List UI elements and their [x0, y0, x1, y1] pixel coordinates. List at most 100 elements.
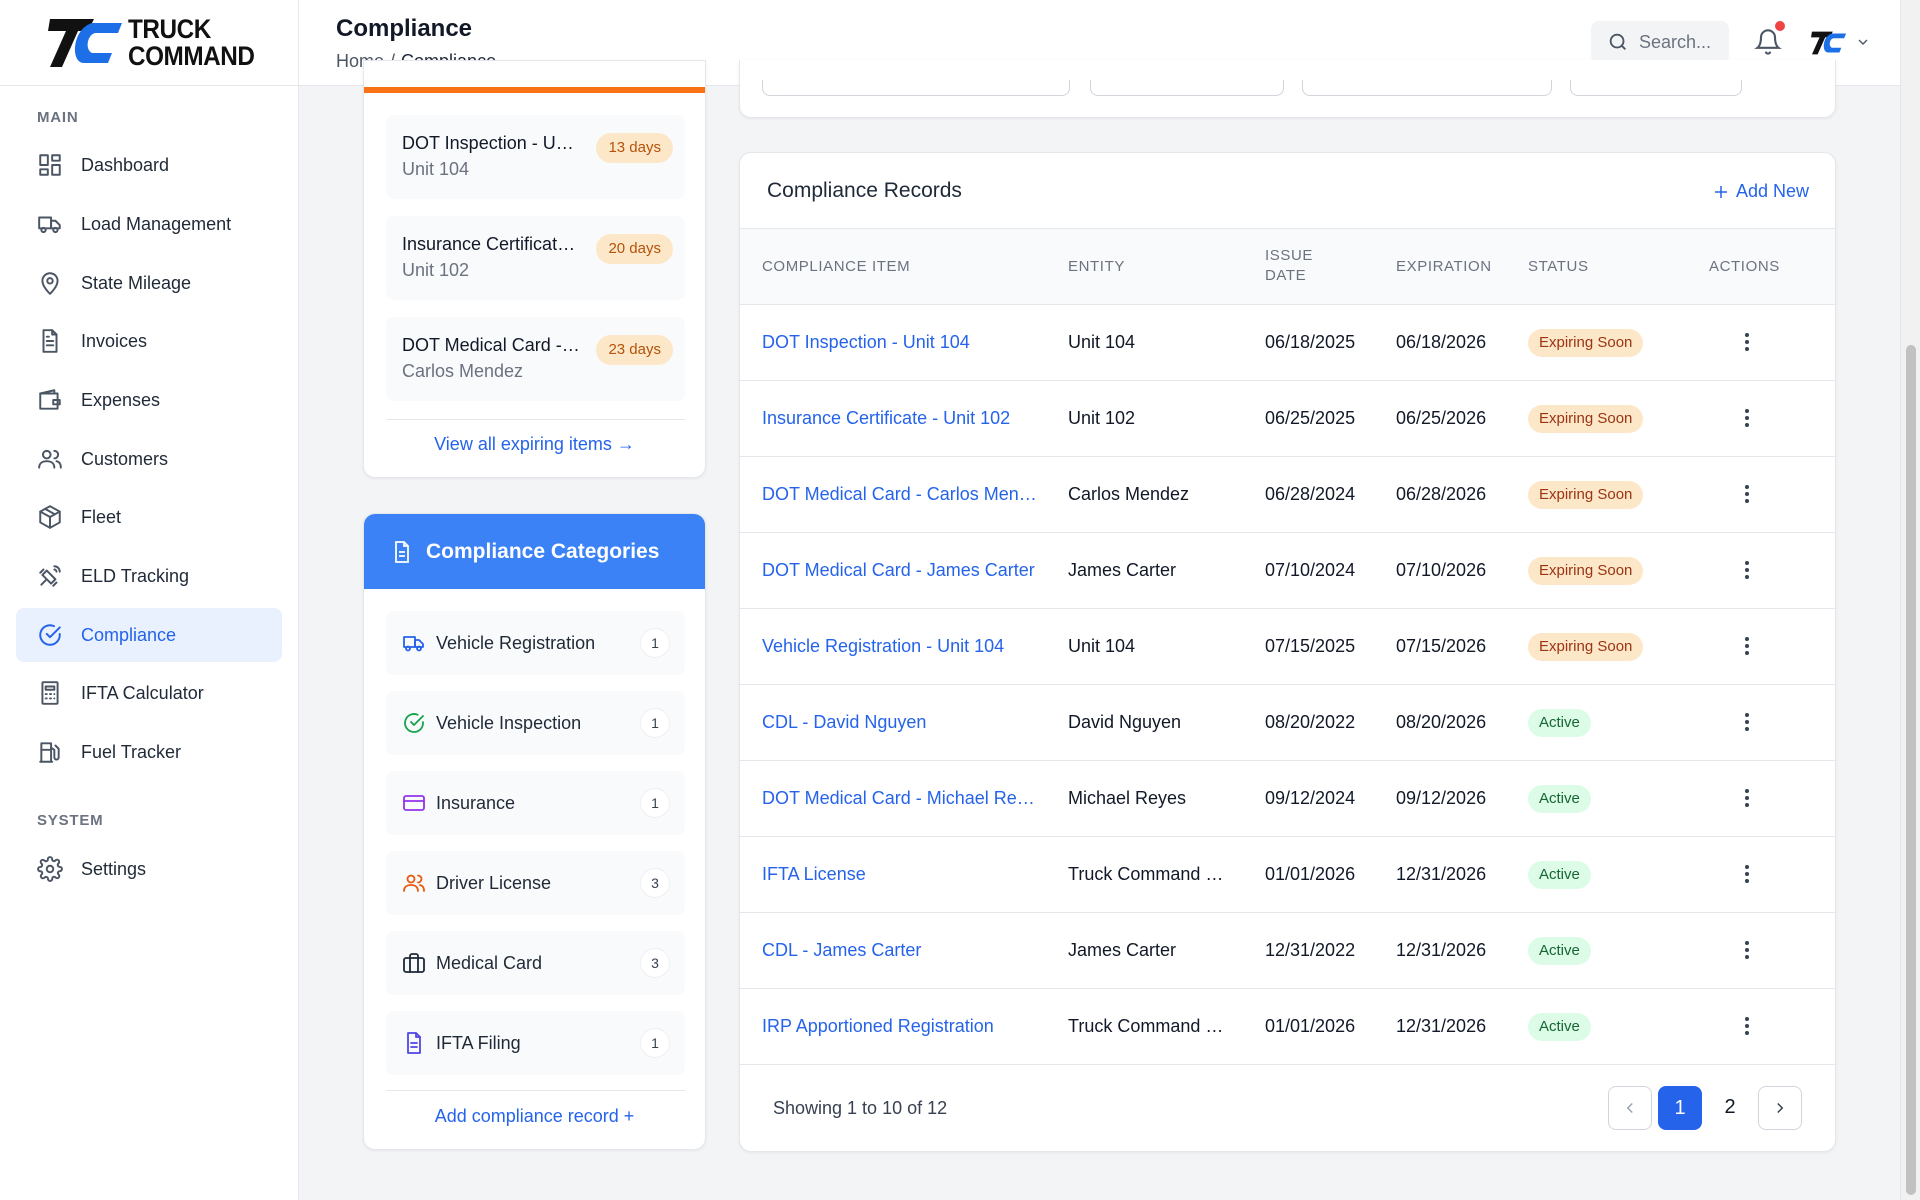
- more-actions-icon[interactable]: [1739, 483, 1755, 507]
- compliance-item-link[interactable]: Vehicle Registration - Unit 104: [762, 636, 1042, 657]
- expiring-accent-bar: [364, 87, 705, 93]
- column-header-actions: ACTIONS: [1709, 258, 1780, 275]
- pagination-prev-button[interactable]: [1608, 1086, 1652, 1130]
- box-icon: [39, 505, 61, 529]
- search-icon: [1609, 33, 1626, 50]
- expiration-cell: 08/20/2026: [1396, 712, 1487, 732]
- sidebar-item-ifta-calculator[interactable]: IFTA Calculator: [16, 666, 282, 720]
- file-icon: [42, 329, 58, 353]
- issue-date-cell: 01/01/2026: [1265, 1016, 1356, 1036]
- category-ifta-filing[interactable]: IFTA Filing 1: [386, 1011, 685, 1075]
- table-header: COMPLIANCE ITEM ENTITY ISSUE DATE EXPIRAT…: [740, 228, 1835, 305]
- sidebar-item-compliance[interactable]: Compliance: [16, 608, 282, 662]
- compliance-item-link[interactable]: IRP Apportioned Registration: [762, 1016, 1042, 1037]
- user-avatar-logo-icon[interactable]: [1811, 26, 1847, 60]
- expiration-cell: 12/31/2026: [1396, 940, 1487, 960]
- plus-icon: [1714, 185, 1727, 198]
- column-header-entity[interactable]: ENTITY: [1068, 257, 1125, 277]
- more-actions-icon[interactable]: [1739, 863, 1755, 887]
- compliance-item-link[interactable]: DOT Inspection - Unit 104: [762, 332, 1042, 353]
- sidebar-item-fleet[interactable]: Fleet: [16, 490, 282, 544]
- pagination-page-2[interactable]: 2: [1708, 1086, 1752, 1130]
- pagination-page-1[interactable]: 1: [1658, 1086, 1702, 1130]
- compliance-item-link[interactable]: IFTA License: [762, 864, 1042, 885]
- add-compliance-record-link[interactable]: Add compliance record +: [364, 1106, 705, 1127]
- check-circle-icon: [404, 713, 424, 733]
- expiring-item-subtitle: Unit 104: [402, 159, 470, 179]
- chevron-down-icon[interactable]: [1855, 34, 1871, 50]
- sidebar-item-load-management[interactable]: Load Management: [16, 197, 282, 251]
- category-vehicle-registration[interactable]: Vehicle Registration 1: [386, 611, 685, 675]
- search-input[interactable]: Search...: [1591, 21, 1729, 63]
- sidebar-item-expenses[interactable]: Expenses: [16, 373, 282, 427]
- compliance-item-link[interactable]: DOT Medical Card - Carlos Mendez: [762, 484, 1042, 505]
- view-all-expiring-link[interactable]: View all expiring items →: [364, 434, 705, 455]
- category-driver-license[interactable]: Driver License 3: [386, 851, 685, 915]
- pagination-next-button[interactable]: [1758, 1086, 1802, 1130]
- filter-control[interactable]: [762, 80, 1070, 96]
- satellite-icon: [39, 565, 61, 587]
- category-medical-card[interactable]: Medical Card 3: [386, 931, 685, 995]
- document-icon: [407, 1032, 421, 1054]
- sidebar-item-invoices[interactable]: Invoices: [16, 314, 282, 368]
- dashboard-icon: [39, 154, 61, 176]
- status-badge: Expiring Soon: [1528, 329, 1644, 357]
- status-badge: Expiring Soon: [1528, 557, 1644, 585]
- brand-name: TRUCK COMMAND: [128, 13, 255, 71]
- days-badge: 20 days: [596, 234, 673, 264]
- column-header-expiration[interactable]: EXPIRATION: [1396, 257, 1492, 277]
- users-icon: [38, 449, 62, 469]
- compliance-item-link[interactable]: DOT Medical Card - Michael Reyes: [762, 788, 1042, 809]
- expiration-cell: 07/15/2026: [1396, 636, 1487, 656]
- category-insurance[interactable]: Insurance 1: [386, 771, 685, 835]
- sidebar-item-state-mileage[interactable]: State Mileage: [16, 256, 282, 310]
- column-header-item[interactable]: COMPLIANCE ITEM: [762, 257, 910, 277]
- column-header-issue-date[interactable]: ISSUE DATE: [1265, 246, 1313, 286]
- table-row: CDL - James Carter James Carter 12/31/2022…: [740, 913, 1835, 989]
- more-actions-icon[interactable]: [1739, 787, 1755, 811]
- more-actions-icon[interactable]: [1739, 1015, 1755, 1039]
- more-actions-icon[interactable]: [1739, 635, 1755, 659]
- more-actions-icon[interactable]: [1739, 407, 1755, 431]
- expiring-item[interactable]: DOT Medical Card - Carlos Mendez Carlos …: [386, 317, 685, 401]
- table-row: IRP Apportioned Registration Truck Comman…: [740, 989, 1835, 1065]
- sidebar-item-dashboard[interactable]: Dashboard: [16, 138, 282, 192]
- filter-control[interactable]: [1090, 80, 1284, 96]
- issue-date-cell: 06/18/2025: [1265, 332, 1356, 352]
- notification-bell-icon[interactable]: [1754, 28, 1782, 56]
- issue-date-cell: 09/12/2024: [1265, 788, 1356, 808]
- expiring-item[interactable]: Insurance Certificate - Unit 102 Unit 10…: [386, 216, 685, 300]
- sidebar-item-customers[interactable]: Customers: [16, 432, 282, 486]
- category-vehicle-inspection[interactable]: Vehicle Inspection 1: [386, 691, 685, 755]
- more-actions-icon[interactable]: [1739, 711, 1755, 735]
- nav-section-main: MAIN: [37, 109, 79, 126]
- table-row: DOT Medical Card - Carlos Mendez Carlos M…: [740, 457, 1835, 533]
- status-badge: Active: [1528, 861, 1591, 889]
- compliance-item-link[interactable]: Insurance Certificate - Unit 102: [762, 408, 1042, 429]
- expiring-item[interactable]: DOT Inspection - Unit 104 Unit 104 13 da…: [386, 115, 685, 199]
- more-actions-icon[interactable]: [1739, 939, 1755, 963]
- filter-control[interactable]: [1302, 80, 1552, 96]
- brand-logo[interactable]: TRUCK COMMAND: [0, 0, 298, 86]
- add-new-button[interactable]: Add New: [1712, 181, 1809, 202]
- compliance-item-link[interactable]: CDL - James Carter: [762, 940, 1042, 961]
- column-header-status[interactable]: STATUS: [1528, 257, 1589, 277]
- sidebar-item-settings[interactable]: Settings: [16, 842, 282, 896]
- compliance-item-link[interactable]: CDL - David Nguyen: [762, 712, 1042, 733]
- entity-cell: Truck Command LLC: [1068, 1016, 1228, 1036]
- more-actions-icon[interactable]: [1739, 331, 1755, 355]
- add-new-label: Add New: [1735, 181, 1809, 201]
- status-badge: Expiring Soon: [1528, 633, 1644, 661]
- sidebar-item-fuel-tracker[interactable]: Fuel Tracker: [16, 725, 282, 779]
- more-actions-icon[interactable]: [1739, 559, 1755, 583]
- entity-cell: Michael Reyes: [1068, 788, 1187, 808]
- page-scrollbar[interactable]: [1900, 0, 1920, 1200]
- map-pin-icon: [41, 272, 59, 295]
- briefcase-icon: [403, 953, 425, 973]
- scrollbar-thumb[interactable]: [1906, 345, 1916, 1195]
- category-label: Insurance: [436, 792, 516, 813]
- filter-control[interactable]: [1570, 80, 1742, 96]
- compliance-item-link[interactable]: DOT Medical Card - James Carter: [762, 560, 1042, 581]
- sidebar-item-eld-tracking[interactable]: ELD Tracking: [16, 549, 282, 603]
- entity-cell: Unit 104: [1068, 332, 1136, 352]
